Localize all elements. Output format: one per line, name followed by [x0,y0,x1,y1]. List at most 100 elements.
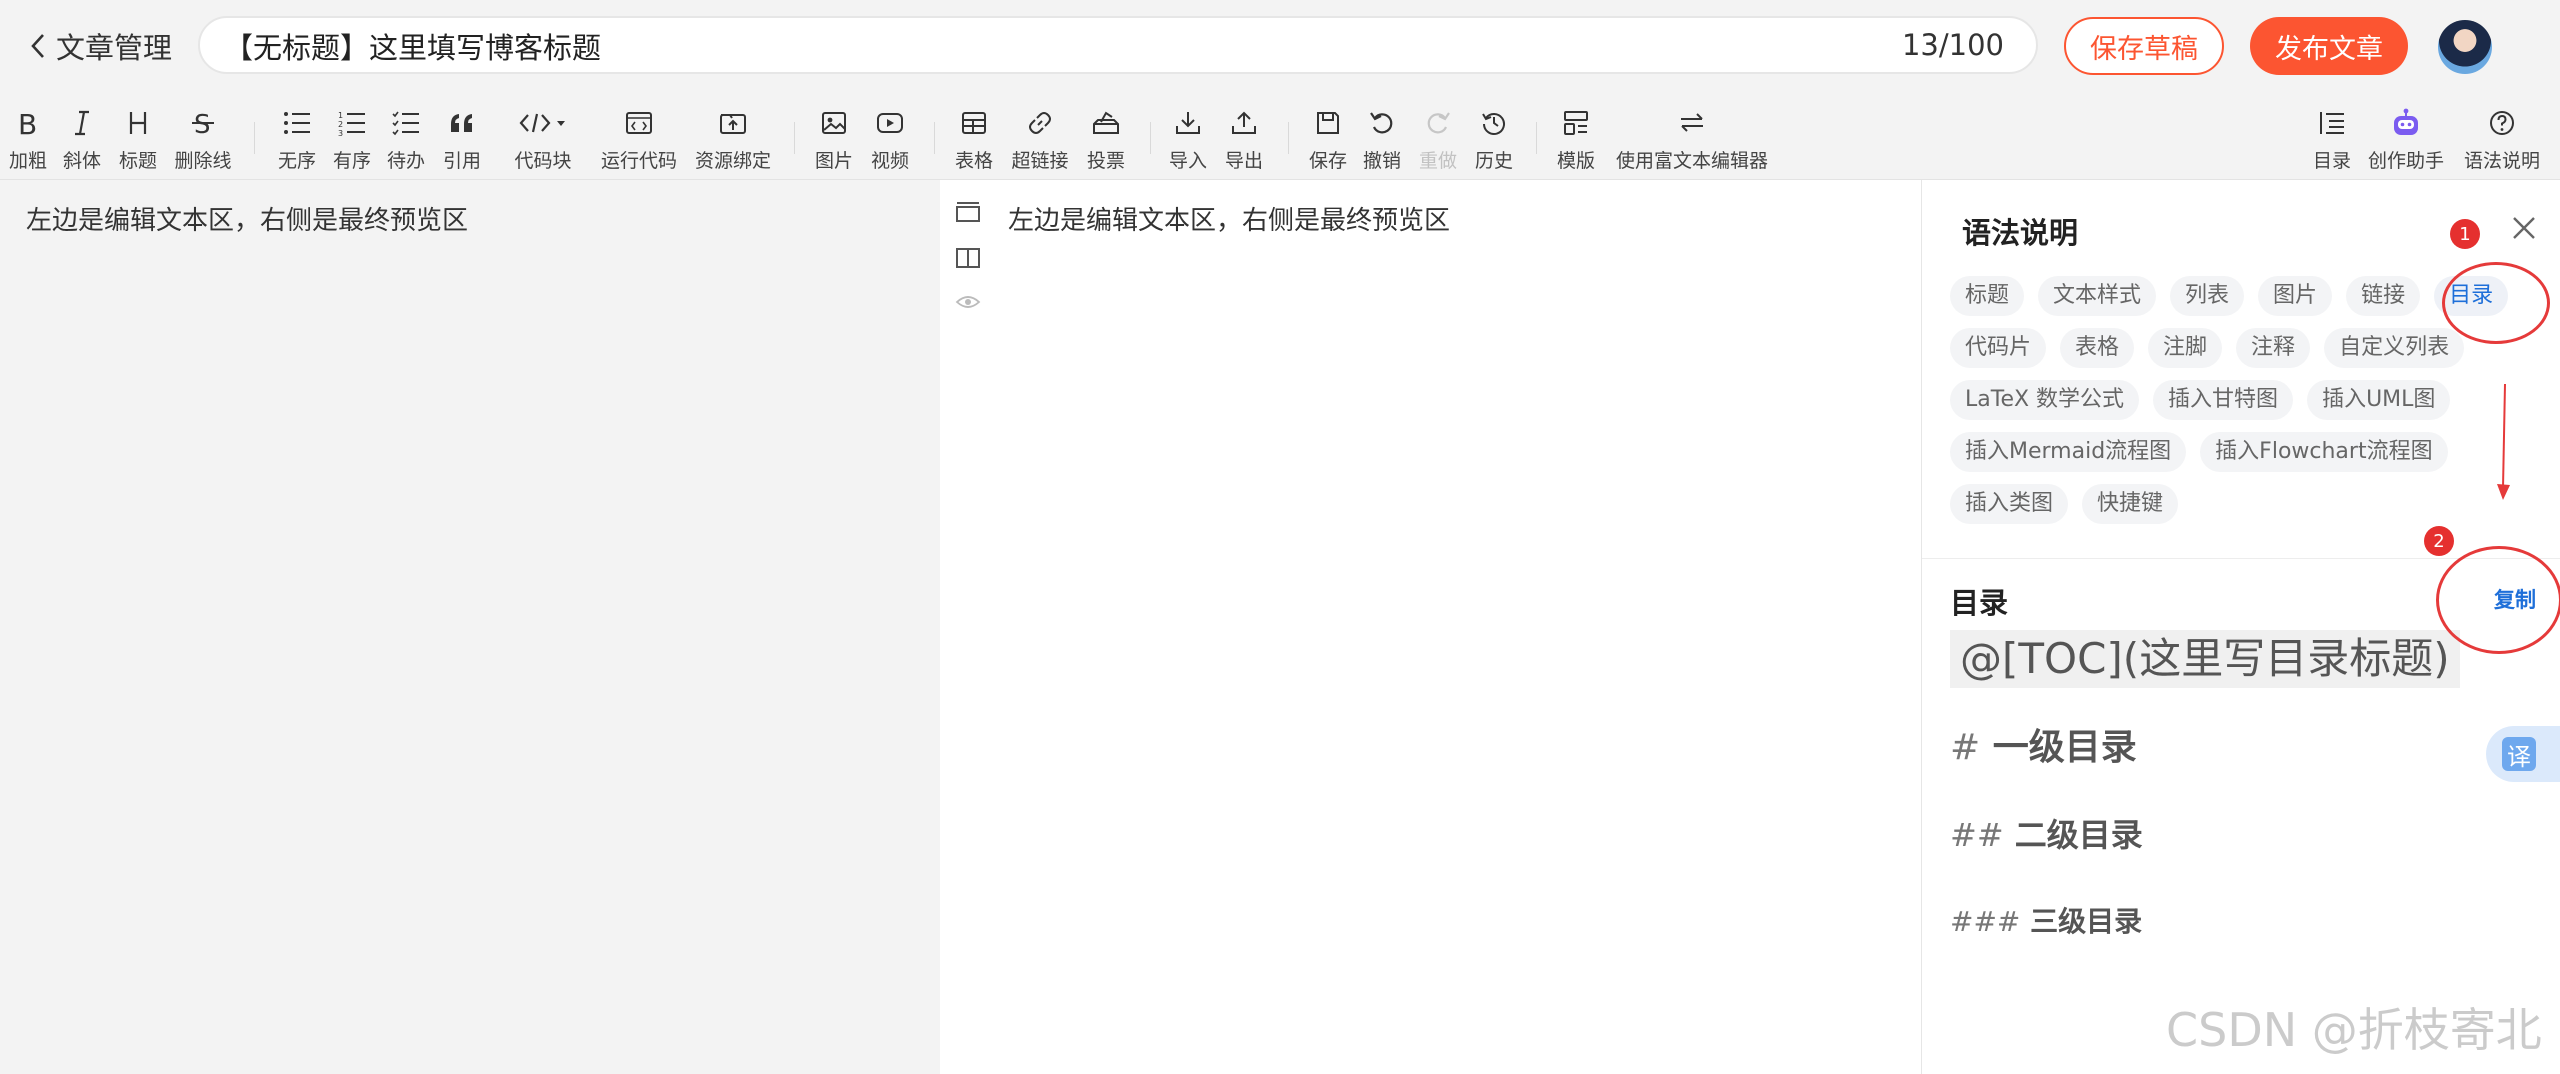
heading-button[interactable]: 标题 [116,92,160,178]
h2-marker: ## [1950,816,2004,854]
save-icon [1315,106,1341,140]
back-to-article-management[interactable]: 文章管理 [30,24,172,68]
example-heading-1: # 一级目录 [1950,718,2137,770]
robot-icon [2390,106,2422,140]
title-char-counter: 13/100 [1901,28,2004,62]
italic-button[interactable]: 斜体 [62,92,102,178]
translate-button[interactable]: 译 [2486,726,2560,782]
template-button[interactable]: 模版 [1554,92,1598,178]
export-button[interactable]: 导出 [1222,92,1266,178]
chevron-left-icon [31,34,44,58]
history-icon [1481,106,1507,140]
markdown-edit-area[interactable]: 左边是编辑文本区，右侧是最终预览区 [0,180,940,1074]
toc-icon [2318,106,2346,140]
rich-text-editor-button[interactable]: 使用富文本编辑器 [1612,92,1772,178]
writing-assistant-button[interactable]: 创作助手 [2364,92,2448,178]
grammar-tag[interactable]: 插入类图 [1950,484,2069,524]
undo-label: 撤销 [1362,150,1401,172]
heading-icon [127,106,149,140]
strikethrough-icon: S [190,106,216,140]
video-icon [876,106,904,140]
csdn-watermark: CSDN @折枝寄北 [2166,1003,2542,1057]
switch-icon [1678,106,1706,140]
hyperlink-label: 超链接 [1011,150,1069,172]
single-column-view-icon[interactable] [948,194,988,230]
image-button[interactable]: 图片 [812,92,856,178]
import-button[interactable]: 导入 [1166,92,1210,178]
close-icon[interactable] [2506,210,2542,246]
grammar-tag[interactable]: 注释 [2236,328,2311,368]
resource-upload-icon [719,106,747,140]
unordered-list-label: 无序 [277,150,316,172]
grammar-tag[interactable]: 链接 [2346,276,2421,316]
code-icon [519,106,567,140]
grammar-tag[interactable]: 插入Mermaid流程图 [1950,432,2187,472]
export-label: 导出 [1224,150,1263,172]
resource-binding-button[interactable]: 资源绑定 [692,92,774,178]
ordered-list-button[interactable]: 123 有序 [330,92,374,178]
run-code-button[interactable]: 运行代码 [598,92,680,178]
quote-button[interactable]: 引用 [440,92,484,178]
quote-icon [449,106,475,140]
todo-list-button[interactable]: 待办 [384,92,428,178]
edit-area-text: 左边是编辑文本区，右侧是最终预览区 [26,206,469,236]
title-field[interactable]: 13/100 [198,16,2038,74]
template-label: 模版 [1556,150,1595,172]
heading-label: 标题 [118,150,157,172]
download-icon [1175,106,1201,140]
grammar-tag[interactable]: 标题 [1950,276,2025,316]
toc-button[interactable]: 目录 [2310,92,2354,178]
grammar-tag[interactable]: LaTeX 数学公式 [1950,380,2140,420]
video-button[interactable]: 视频 [868,92,912,178]
annotation-circle-toc-tag [2442,262,2550,344]
strikethrough-button[interactable]: S 删除线 [172,92,234,178]
grammar-tag[interactable]: 列表 [2170,276,2245,316]
hyperlink-button[interactable]: 超链接 [1006,92,1074,178]
grammar-help-button[interactable]: 语法说明 [2460,92,2544,178]
save-draft-button[interactable]: 保存草稿 [2064,17,2224,75]
history-button[interactable]: 历史 [1472,92,1516,178]
h3-text: 三级目录 [2030,905,2143,938]
image-icon [821,106,847,140]
grammar-help-label: 语法说明 [2463,150,2540,172]
code-block-label: 代码块 [514,150,572,172]
preview-eye-icon[interactable] [948,284,988,320]
grammar-tag[interactable]: 表格 [2060,328,2135,368]
annotation-arrow [2497,383,2510,500]
todo-list-label: 待办 [386,150,425,172]
grammar-tag[interactable]: 插入UML图 [2307,380,2451,420]
help-icon [2489,106,2515,140]
title-input[interactable] [222,18,1866,74]
publish-article-button[interactable]: 发布文章 [2250,17,2408,75]
grammar-tag[interactable]: 文本样式 [2038,276,2157,316]
table-icon [961,106,987,140]
checklist-icon [392,106,420,140]
quote-label: 引用 [442,150,481,172]
grammar-tag[interactable]: 注脚 [2148,328,2223,368]
save-button[interactable]: 保存 [1306,92,1350,178]
bold-button[interactable]: B 加粗 [8,92,48,178]
split-view-icon[interactable] [948,240,988,276]
grammar-tag[interactable]: 图片 [2258,276,2333,316]
undo-button[interactable]: 撤销 [1360,92,1404,178]
editor-toolbar: B 加粗 斜体 标题 S 删除线 无序 123 有序 待办 引用 代码块 运行代… [0,92,2560,180]
bold-label: 加粗 [8,150,47,172]
italic-label: 斜体 [62,150,101,172]
example-heading-2: ## 二级目录 [1950,810,2143,856]
toc-label: 目录 [2312,150,2351,172]
preview-area: 左边是编辑文本区，右侧是最终预览区 [940,180,1922,1074]
table-button[interactable]: 表格 [952,92,996,178]
grammar-tag[interactable]: 插入Flowchart流程图 [2200,432,2448,472]
grammar-tag[interactable]: 快捷键 [2082,484,2179,524]
redo-button[interactable]: 重做 [1416,92,1460,178]
vote-button[interactable]: 投票 [1084,92,1128,178]
grammar-tag[interactable]: 插入甘特图 [2153,380,2294,420]
grammar-tag[interactable]: 自定义列表 [2324,328,2465,368]
run-code-label: 运行代码 [600,150,677,172]
grammar-tag[interactable]: 代码片 [1950,328,2047,368]
code-block-button[interactable]: 代码块 [508,92,578,178]
vote-icon [1092,106,1120,140]
annotation-badge-2: 2 [2424,526,2454,556]
unordered-list-button[interactable]: 无序 [274,92,320,178]
user-avatar[interactable] [2438,20,2492,74]
